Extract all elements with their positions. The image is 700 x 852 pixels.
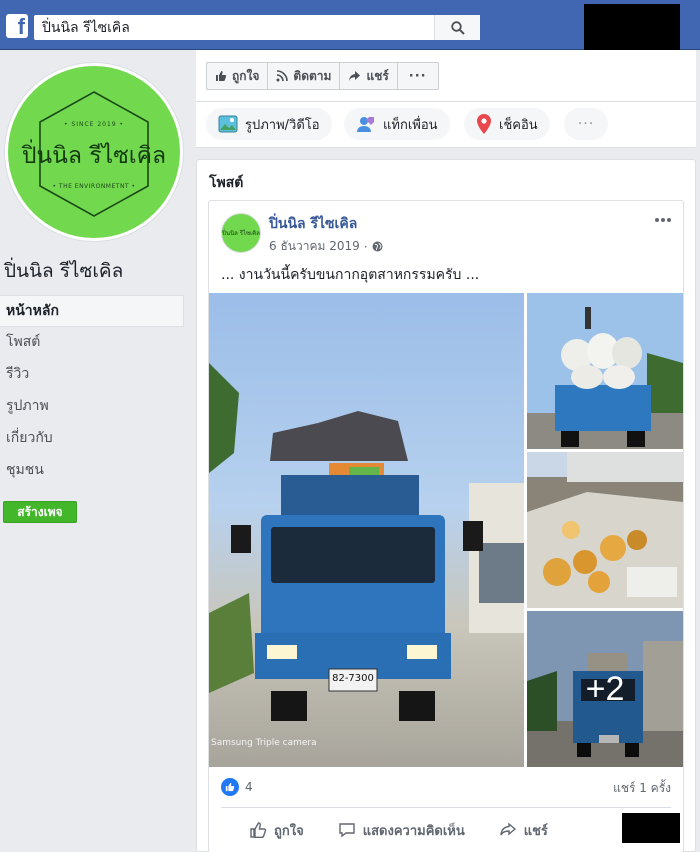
search-box: [34, 15, 480, 40]
follow-label: ติดตาม: [293, 68, 332, 83]
page-nav: หน้าหลัก โพสต์ รีวิว รูปภาพ เกี่ยวกับ ชุ…: [0, 295, 186, 487]
redacted-block: [622, 813, 680, 843]
posts-section-title: โพสต์: [209, 175, 244, 191]
post-author-avatar[interactable]: ปิ่นนิล รีไซเคิล: [221, 213, 261, 253]
industrial-waste-image: [527, 452, 683, 608]
more-actions-label: ···: [408, 68, 427, 84]
posts-section: โพสต์ ปิ่นนิล รีไซเคิล ปิ่นนิล รีไซเคิล …: [196, 159, 696, 852]
comment-bubble-icon: [339, 823, 355, 838]
photo-icon: [218, 115, 238, 133]
logo-name: ปิ่นนิล รีไซเคิล: [21, 143, 167, 169]
location-pin-icon: [477, 114, 491, 134]
camera-watermark: Samsung Triple camera: [211, 738, 317, 748]
sidebar-item-posts[interactable]: โพสต์: [0, 327, 186, 359]
post: ปิ่นนิล รีไซเคิล ปิ่นนิล รีไซเคิล 6 ธันว…: [208, 200, 684, 852]
search-input[interactable]: [34, 15, 438, 40]
post-meta-separator: ·: [363, 239, 368, 254]
license-plate: 82-7300: [332, 673, 374, 684]
tag-friends-label: แท็กเพื่อน: [383, 117, 438, 133]
post-date[interactable]: 6 ธันวาคม 2019: [269, 237, 360, 256]
logo-top-text: • SINCE 2019 •: [63, 121, 125, 128]
post-comment-button[interactable]: แสดงความคิดเห็น: [338, 815, 465, 845]
post-photo-main[interactable]: 82-7300 Samsung Triple camera: [209, 293, 524, 767]
like-reaction-icon: [221, 778, 239, 796]
post-share-label: แชร์: [523, 823, 548, 839]
search-icon: [450, 20, 465, 35]
rss-follow-icon: [276, 70, 289, 82]
reaction-summary[interactable]: 4: [221, 777, 253, 797]
post-comment-label: แสดงความคิดเห็น: [362, 823, 465, 839]
post-action-bar: ถูกใจ แสดงความคิดเห็น แชร์: [249, 815, 548, 845]
post-photo-2[interactable]: [527, 293, 683, 449]
thumbs-up-icon: [216, 71, 227, 81]
page-action-group: ถูกใจ ติดตาม แชร์ ···: [206, 62, 439, 90]
page-logo: • SINCE 2019 • ปิ่นนิล รีไซเคิล • THE EN…: [8, 66, 180, 238]
sidebar-item-about[interactable]: เกี่ยวกับ: [0, 423, 186, 455]
post-share-button[interactable]: แชร์: [499, 815, 548, 845]
post-meta: 6 ธันวาคม 2019 ·: [269, 237, 383, 256]
post-like-label: ถูกใจ: [274, 823, 304, 839]
page-name: ปิ่นนิล รีไซเคิล: [4, 260, 124, 282]
post-text: ... งานวันนี้ครับขนกากอุตสาหกรรมครับ ...: [221, 267, 480, 283]
facebook-logo-icon[interactable]: f: [6, 14, 28, 38]
tag-friends-button[interactable]: แท็กเพื่อน: [344, 108, 450, 140]
reaction-count: 4: [245, 780, 253, 794]
thumbs-up-outline-icon: [250, 822, 267, 838]
sidebar-item-home[interactable]: หน้าหลัก: [0, 295, 184, 327]
composer-more-label: ···: [577, 116, 595, 132]
left-column: • SINCE 2019 • ปิ่นนิล รีไซเคิล • THE EN…: [0, 50, 196, 852]
photo-video-button[interactable]: รูปภาพ/วิดีโอ: [206, 108, 332, 140]
more-actions-button[interactable]: ···: [398, 63, 438, 89]
sidebar-item-community[interactable]: ชุมชน: [0, 455, 186, 487]
truck-with-sacks-image: [527, 307, 683, 449]
share-arrow-icon: [349, 71, 361, 81]
post-photo-4[interactable]: +2: [527, 611, 683, 767]
like-page-label: ถูกใจ: [232, 68, 260, 83]
page-profile-picture[interactable]: • SINCE 2019 • ปิ่นนิล รีไซเคิล • THE EN…: [4, 62, 184, 242]
post-avatar-text: ปิ่นนิล รีไซเคิล: [222, 230, 260, 237]
composer-more-button[interactable]: ···: [564, 108, 608, 140]
share-page-button[interactable]: แชร์: [340, 63, 398, 89]
share-count[interactable]: แชร์ 1 ครั้ง: [613, 779, 671, 798]
like-page-button[interactable]: ถูกใจ: [207, 63, 269, 89]
create-page-button[interactable]: สร้างเพจ: [3, 501, 77, 523]
post-author-name[interactable]: ปิ่นนิล รีไซเคิล: [269, 213, 357, 235]
check-in-label: เช็คอิน: [499, 117, 538, 133]
share-page-label: แชร์: [366, 68, 389, 83]
blue-truck-front-image: [209, 363, 524, 721]
composer-bar: รูปภาพ/วิดีโอ แท็กเพื่อน เช็คอิน ···: [196, 102, 696, 148]
post-options-icon[interactable]: [653, 213, 673, 227]
share-outline-icon: [500, 822, 516, 836]
sidebar-item-reviews[interactable]: รีวิว: [0, 359, 186, 391]
globe-icon: [372, 241, 383, 252]
search-button[interactable]: [434, 15, 480, 40]
check-in-button[interactable]: เช็คอิน: [464, 108, 550, 140]
post-photo-grid: 82-7300 Samsung Triple camera +2: [209, 293, 683, 767]
logo-bottom-text: • THE ENVIRONMETNT •: [52, 183, 136, 190]
post-like-button[interactable]: ถูกใจ: [249, 815, 304, 845]
sidebar-item-photos[interactable]: รูปภาพ: [0, 391, 186, 423]
tag-friends-icon: [357, 117, 374, 132]
photo-video-label: รูปภาพ/วิดีโอ: [245, 117, 320, 133]
page-actions-bar: ถูกใจ ติดตาม แชร์ ···: [196, 50, 696, 102]
facebook-logo-letter: f: [17, 14, 25, 38]
follow-button[interactable]: ติดตาม: [268, 63, 341, 89]
post-divider: [221, 807, 671, 808]
post-photo-3[interactable]: [527, 452, 683, 608]
more-photos-overlay[interactable]: +2: [527, 611, 683, 767]
